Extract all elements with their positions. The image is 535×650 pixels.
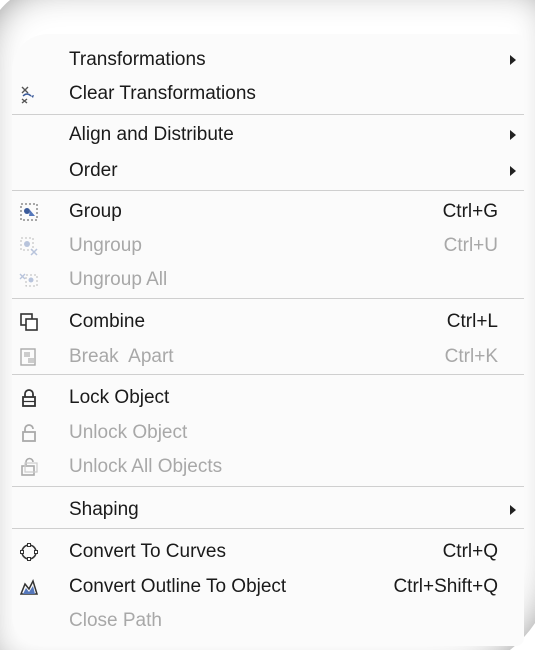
submenu-arrow-icon [510,130,516,140]
ungroup-icon [19,236,39,256]
ungroup-all-icon [19,270,39,290]
menu-item-convert-to-curves[interactable]: Convert To Curves Ctrl+Q [12,535,524,569]
menu-separator [12,528,524,529]
menu-item-shortcut: Ctrl+K [444,346,498,367]
menu-separator [12,486,524,487]
menu-item-shortcut: Ctrl+G [442,201,498,222]
unlock-all-icon [19,457,39,477]
menu-separator [12,114,524,115]
menu-item-label: Transformations [69,49,206,70]
menu-item-clear-transformations[interactable]: Clear Transformations [12,77,524,111]
menu-item-label: Ungroup All [69,269,168,290]
menu-separator [12,190,524,191]
menu-item-combine[interactable]: Combine Ctrl+L [12,305,524,339]
menu-item-ungroup[interactable]: Ungroup Ctrl+U [12,229,524,263]
group-icon [19,202,39,222]
menu-item-convert-outline-to-object[interactable]: Convert Outline To Object Ctrl+Shift+Q [12,570,524,604]
menu-item-label: Close Path [69,610,162,631]
menu-item-unlock-all-objects[interactable]: Unlock All Objects [12,450,524,484]
convert-outline-icon [19,577,39,597]
menu-item-shortcut: Ctrl+Shift+Q [393,576,498,597]
lock-icon [19,388,39,408]
menu-item-order[interactable]: Order [12,154,524,188]
menu-item-group[interactable]: Group Ctrl+G [12,195,524,229]
submenu-arrow-icon [510,166,516,176]
menu-item-label: Ungroup [69,235,142,256]
menu-item-label: Convert To Curves [69,541,226,562]
screenshot-frame: Transformations Clear Transformations Al… [0,0,535,650]
menu-item-close-path[interactable]: Close Path [12,604,524,638]
menu-item-break-apart[interactable]: Break Apart Ctrl+K [12,340,524,374]
menu-item-shortcut: Ctrl+L [446,311,498,332]
break-apart-icon [19,347,39,367]
convert-curves-icon [19,542,39,562]
context-menu: Transformations Clear Transformations Al… [12,34,524,646]
menu-separator [12,374,524,375]
menu-item-align-and-distribute[interactable]: Align and Distribute [12,118,524,152]
clear-transformations-icon [19,84,39,104]
menu-item-label: Order [69,160,118,181]
menu-item-shaping[interactable]: Shaping [12,493,524,527]
menu-item-label: Unlock All Objects [69,456,223,477]
submenu-arrow-icon [510,55,516,65]
menu-item-ungroup-all[interactable]: Ungroup All [12,263,524,297]
menu-item-label: Clear Transformations [69,83,256,104]
menu-item-shortcut: Ctrl+Q [442,541,498,562]
menu-item-unlock-object[interactable]: Unlock Object [12,416,524,450]
menu-item-label: Shaping [69,499,139,520]
menu-separator [12,298,524,299]
menu-item-label: Group [69,201,122,222]
combine-icon [19,312,39,332]
unlock-icon [19,423,39,443]
submenu-arrow-icon [510,505,516,515]
menu-item-lock-object[interactable]: Lock Object [12,381,524,415]
menu-item-label: Convert Outline To Object [69,576,287,597]
menu-item-transformations[interactable]: Transformations [12,43,524,77]
menu-item-label: Break Apart [69,346,174,367]
menu-item-label: Combine [69,311,146,332]
menu-item-label: Align and Distribute [69,124,234,145]
menu-item-label: Unlock Object [69,422,188,443]
menu-item-shortcut: Ctrl+U [443,235,498,256]
menu-item-label: Lock Object [69,387,170,408]
